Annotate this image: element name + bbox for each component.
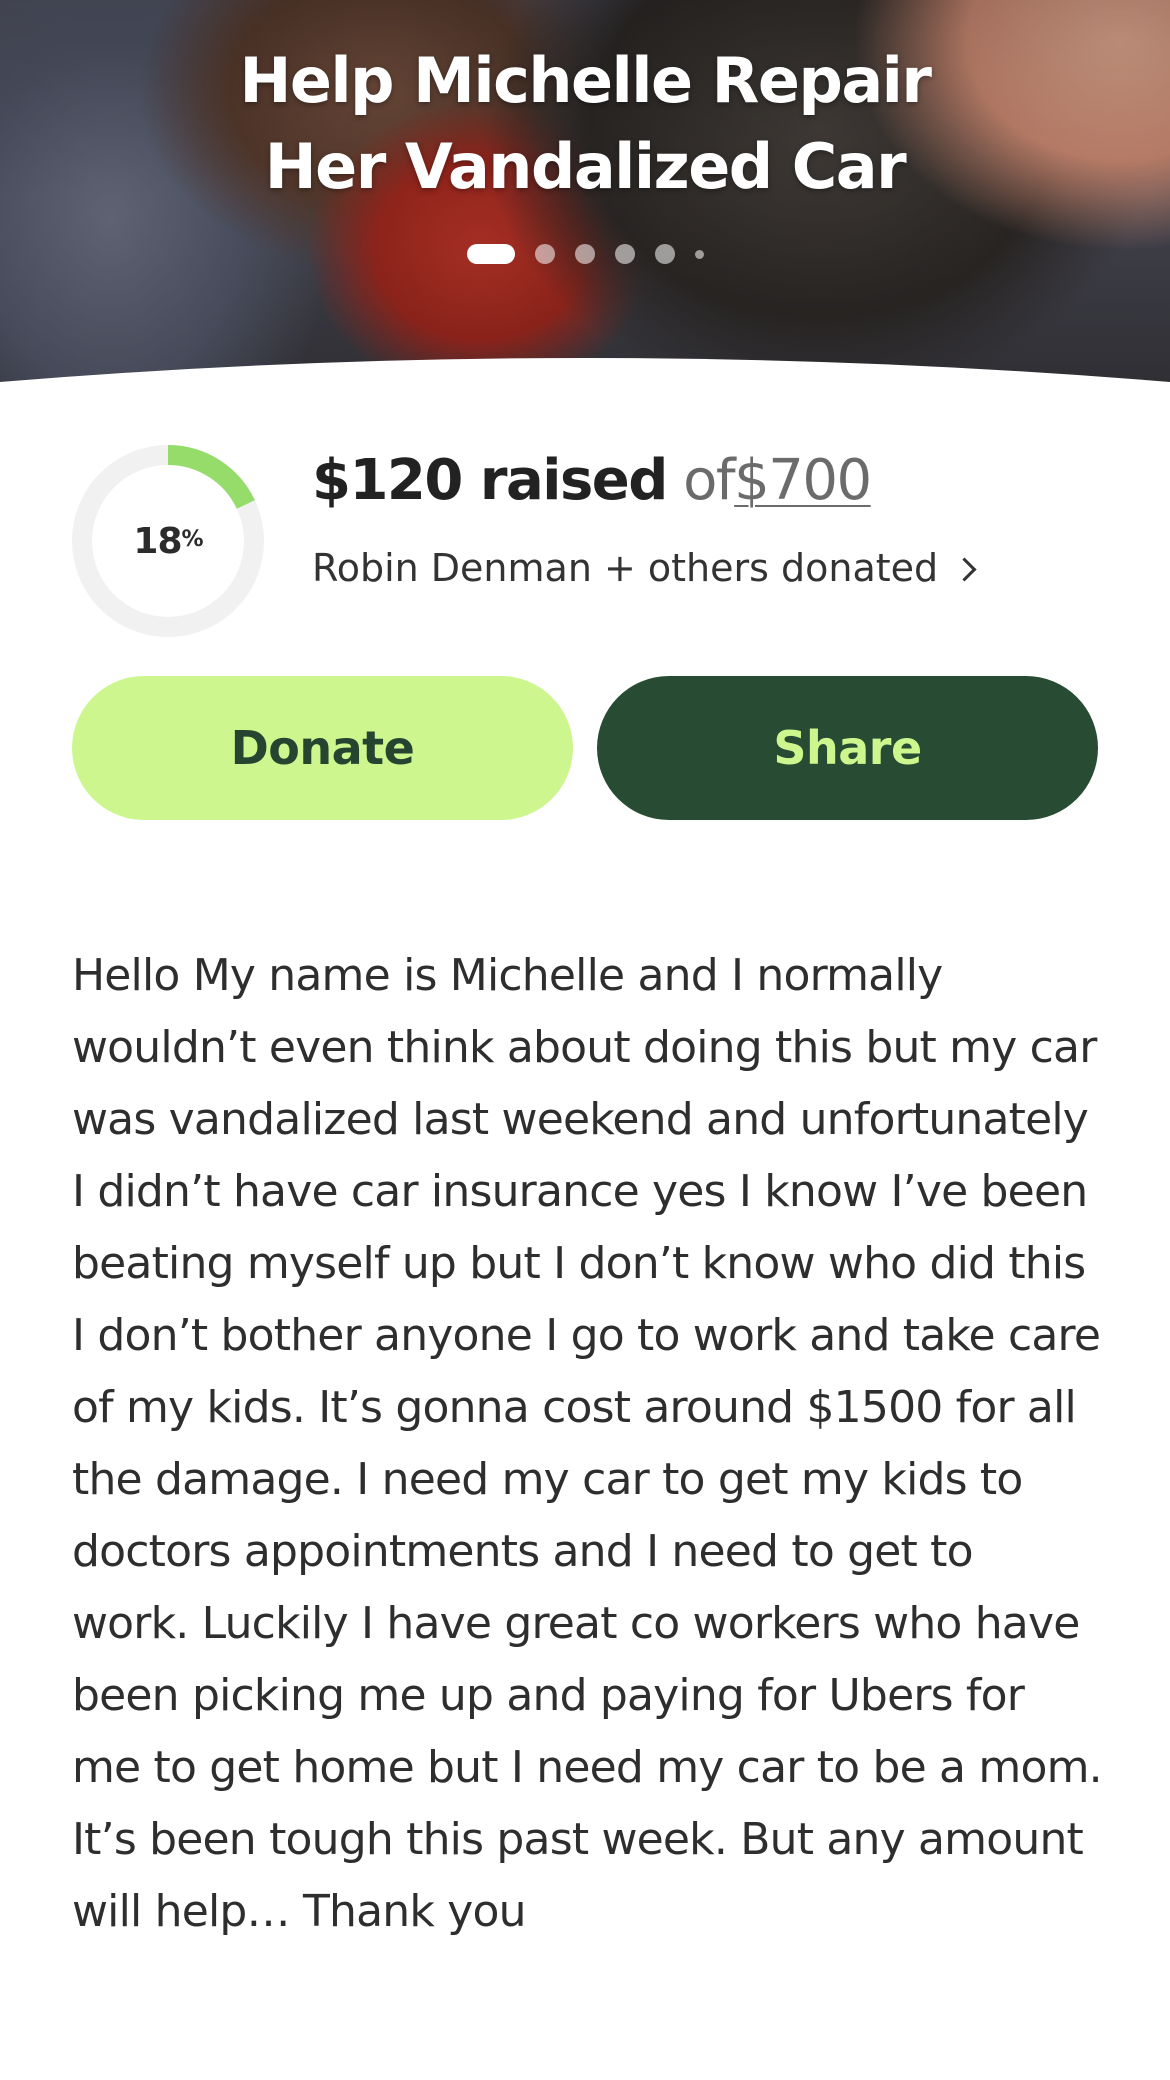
hero-bottom-curve [0,358,1170,390]
campaign-title-line1: Help Michelle Repair [239,44,932,117]
donors-link[interactable]: Robin Denman + others donated [312,546,977,590]
share-button[interactable]: Share [597,676,1098,820]
goal-amount[interactable]: $700 [734,448,872,513]
carousel-dot-2[interactable] [534,244,555,264]
progress-percent-suffix: % [181,526,204,552]
raised-of-label: of [683,448,735,513]
campaign-story: Hello My name is Michelle and I normally… [72,950,1103,1937]
campaign-title: Help Michelle Repair Her Vandalized Car [0,38,1170,210]
chevron-right-icon [952,556,977,582]
raised-summary: $120 raised of$700 [312,446,872,516]
campaign-title-line2: Her Vandalized Car [264,130,907,203]
carousel-dot-1[interactable] [466,244,515,264]
carousel-dot-3[interactable] [574,244,595,264]
progress-percent: 18% [72,445,264,637]
carousel-dot-4[interactable] [614,244,635,264]
carousel-indicator[interactable] [0,244,1170,264]
donate-button[interactable]: Donate [72,676,573,820]
raised-amount: $120 raised [312,448,668,513]
carousel-dot-5[interactable] [654,244,675,264]
progress-percent-value: 18 [133,520,182,562]
carousel-dot-6[interactable] [694,249,704,259]
hero-image[interactable]: Help Michelle Repair Her Vandalized Car [0,0,1170,390]
donors-text: Robin Denman + others donated [312,546,939,590]
